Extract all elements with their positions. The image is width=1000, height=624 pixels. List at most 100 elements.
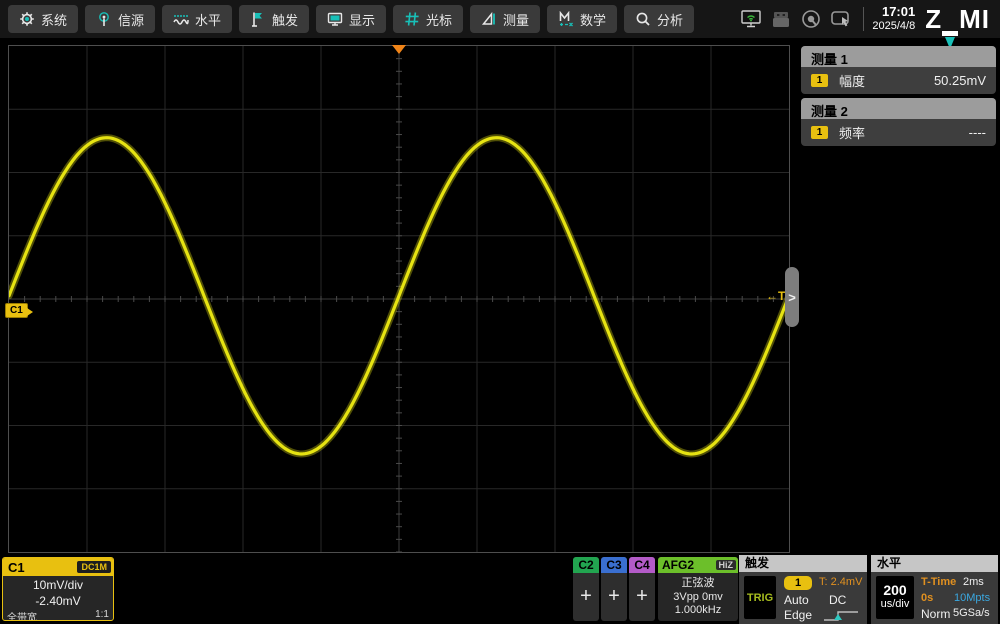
channel2-add-button[interactable]: C2 + <box>573 557 599 621</box>
clock-time: 17:01 <box>872 5 915 20</box>
trigger-coupling: DC <box>829 593 846 607</box>
channel1-bandwidth: 全带宽 <box>7 609 37 621</box>
usb-icon[interactable] <box>769 8 793 30</box>
menu-button-trigger[interactable]: 触发 <box>239 5 309 33</box>
horizontal-scale-unit: us/div <box>876 598 914 610</box>
measurement-1-channel-badge: 1 <box>811 74 828 87</box>
trigger-info-panel[interactable]: 触发 TRIG 1 T: 2.4mV Auto DC Edge <box>739 555 867 624</box>
channel2-name: C2 <box>573 557 599 573</box>
measurement-2-channel-badge: 1 <box>811 126 828 139</box>
menu-label-cursor: 光标 <box>426 10 452 29</box>
screen-share-icon[interactable] <box>739 8 763 30</box>
measurement-1-value: 50.25mV <box>934 73 986 88</box>
measurement-2-value: ---- <box>969 125 986 140</box>
afg-frequency: 1.000kHz <box>658 604 738 616</box>
afg-name: AFG2 <box>662 558 694 572</box>
gesture-icon[interactable] <box>829 8 853 30</box>
horizontal-scale-box: 200 us/div <box>876 576 914 619</box>
channel3-name: C3 <box>601 557 627 573</box>
menu-label-trigger: 触发 <box>272 10 298 29</box>
menu-button-measure[interactable]: 测量 <box>470 5 540 33</box>
trigger-mode: Auto <box>784 593 809 607</box>
measurement-card-2[interactable]: 测量 2 1 频率 ---- <box>801 98 996 146</box>
menu-label-source: 信源 <box>118 10 144 29</box>
measurement-2-label: 频率 <box>839 123 865 142</box>
afg-generator-box[interactable]: AFG2 HiZ 正弦波 3Vpp 0mv 1.000kHz <box>658 557 738 621</box>
status-separator <box>863 7 864 31</box>
waveform-graticule[interactable] <box>8 45 790 553</box>
channel1-coupling-badge: DC1M <box>77 561 111 573</box>
horizontal-scale-value: 200 <box>876 582 914 598</box>
channel1-name: C1 <box>8 560 25 575</box>
channel4-name: C4 <box>629 557 655 573</box>
menu-button-source[interactable]: 信源 <box>85 5 155 33</box>
menu-label-system: 系统 <box>41 10 67 29</box>
menu-button-system[interactable]: 系统 <box>8 5 78 33</box>
status-cluster: 17:01 2025/4/8 Z MI <box>739 0 1000 38</box>
afg-amplitude: 3Vpp 0mv <box>658 591 738 603</box>
channel1-probe-ratio: 1:1 <box>95 609 109 621</box>
analyze-magnifier-icon <box>635 11 651 27</box>
channel4-plus-icon: + <box>629 585 655 608</box>
logo-z: Z <box>925 4 942 34</box>
channel2-plus-icon: + <box>573 585 599 608</box>
t-time-label: T-Time <box>921 576 956 588</box>
menu-button-display[interactable]: 显示 <box>316 5 386 33</box>
menu-button-analyze[interactable]: 分析 <box>624 5 694 33</box>
measurement-2-title: 测量 2 <box>801 98 996 119</box>
menu-button-horizontal[interactable]: 水平 <box>162 5 232 33</box>
gear-icon <box>19 11 35 27</box>
logo-mi: MI <box>959 4 990 34</box>
trigger-position-marker[interactable] <box>392 45 406 54</box>
measurement-2-row: 1 频率 ---- <box>801 119 996 146</box>
afg-waveform-type: 正弦波 <box>658 574 738 590</box>
display-monitor-icon <box>327 11 343 27</box>
t-time-value: 2ms <box>963 576 984 588</box>
side-panel-handle[interactable]: > <box>785 267 799 327</box>
record-length: 10Mpts <box>954 592 990 604</box>
channel1-level-marker[interactable]: C1 <box>5 303 28 318</box>
horizontal-position: 0s <box>921 592 933 604</box>
menu-label-display: 显示 <box>349 10 375 29</box>
menu-label-horizontal: 水平 <box>195 10 221 29</box>
acquisition-mode: Norm <box>921 607 950 621</box>
measurement-1-title: 测量 1 <box>801 46 996 67</box>
measurement-1-row: 1 幅度 50.25mV <box>801 67 996 94</box>
channel1-scale: 10mV/div <box>3 578 113 592</box>
trigger-type: Edge <box>784 608 812 622</box>
cursor-grid-icon <box>404 11 420 27</box>
trigger-status: TRIG <box>744 576 776 619</box>
menu-button-math[interactable]: 数学 <box>547 5 617 33</box>
horizontal-info-panel[interactable]: 水平 200 us/div T-Time 2ms 0s 10Mpts Norm … <box>871 555 998 624</box>
trigger-level-value: T: 2.4mV <box>819 576 862 588</box>
bottom-status-bar: C1 DC1M 10mV/div -2.40mV 全带宽 1:1 C2 + C3… <box>0 555 1000 624</box>
menu-button-cursor[interactable]: 光标 <box>393 5 463 33</box>
signal-source-icon <box>96 11 112 27</box>
channel1-footer: 全带宽 1:1 <box>3 608 113 621</box>
horizontal-panel-title: 水平 <box>871 555 998 572</box>
channel3-plus-icon: + <box>601 585 627 608</box>
menu-label-math: 数学 <box>580 10 606 29</box>
channel3-add-button[interactable]: C3 + <box>601 557 627 621</box>
clock-date: 2025/4/8 <box>872 20 915 33</box>
measure-triangle-icon <box>481 11 497 27</box>
channel1-info-box[interactable]: C1 DC1M 10mV/div -2.40mV 全带宽 1:1 <box>2 557 114 621</box>
afg-header: AFG2 HiZ <box>658 557 738 573</box>
sine-waveform <box>9 46 789 552</box>
trigger-panel-title: 触发 <box>739 555 867 572</box>
touch-assist-icon[interactable] <box>799 8 823 30</box>
channel4-add-button[interactable]: C4 + <box>629 557 655 621</box>
horizontal-wave-icon <box>173 11 189 27</box>
trigger-source-badge: 1 <box>784 576 812 590</box>
channel1-header: C1 DC1M <box>3 558 113 576</box>
afg-impedance-badge: HiZ <box>716 560 737 570</box>
top-menu-bar: 系统 信源 水平 触发 显示 <box>0 0 1000 38</box>
measurement-card-1[interactable]: 测量 1 1 幅度 50.25mV <box>801 46 996 94</box>
rising-edge-icon <box>823 610 859 622</box>
channel1-offset: -2.40mV <box>3 594 113 608</box>
brand-logo: Z MI <box>925 4 990 35</box>
menu-label-analyze: 分析 <box>657 10 683 29</box>
trigger-level-marker[interactable]: ←T <box>766 289 785 303</box>
trigger-flag-icon <box>250 11 266 27</box>
clock: 17:01 2025/4/8 <box>872 5 915 33</box>
